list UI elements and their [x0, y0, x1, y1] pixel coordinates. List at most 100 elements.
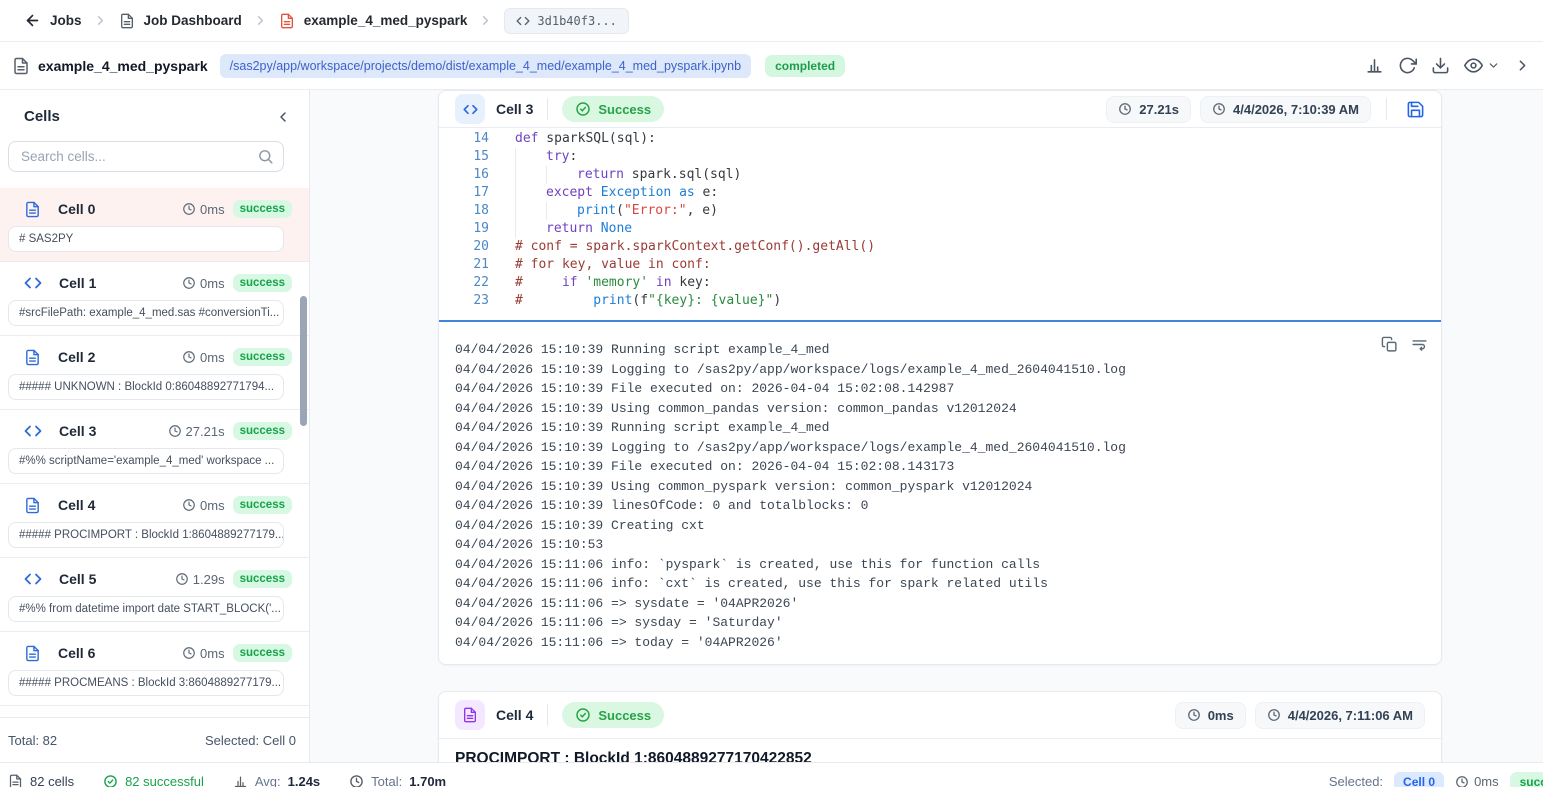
cell-name: Cell 4: [58, 497, 95, 513]
code-line: 17except Exception as e:: [439, 184, 1441, 202]
code-line: 15try:: [439, 148, 1441, 166]
file-header: example_4_med_pyspark /sas2py/app/worksp…: [0, 42, 1543, 90]
check-circle-icon: [575, 101, 591, 117]
selected-cell: Selected: Cell 0: [205, 733, 296, 748]
log-line: 04/04/2026 15:10:39 Logging to /sas2py/a…: [455, 360, 1381, 380]
cell-duration: 0ms: [182, 202, 225, 217]
sidebar-scrollbar[interactable]: [300, 296, 307, 426]
cell-status-badge: success: [233, 644, 292, 662]
clock-icon: [182, 350, 196, 364]
log-line: 04/04/2026 15:11:06 => sysday = 'Saturda…: [455, 613, 1381, 633]
code-icon: [24, 274, 42, 292]
code-icon: [516, 14, 530, 28]
cell-list-item[interactable]: Cell 1 0ms success #srcFilePath: example…: [0, 262, 309, 336]
cell4-card: Cell 4 Success 0ms 4/4/2026, 7:11:06 AM: [438, 691, 1442, 762]
clock-icon: [182, 646, 196, 660]
code-editor[interactable]: 14def sparkSQL(sql):15try:16return spark…: [439, 128, 1441, 320]
log-line: 04/04/2026 15:11:06 info: `cxt` is creat…: [455, 574, 1381, 594]
breadcrumb-file[interactable]: example_4_med_pyspark: [279, 13, 468, 29]
clock-icon: [1212, 102, 1226, 116]
cell-duration: 0ms: [182, 276, 225, 291]
clock-icon: [1118, 102, 1132, 116]
document-icon: [24, 645, 41, 662]
cell-duration: 0ms: [182, 646, 225, 661]
document-icon: [119, 13, 135, 29]
log-line: 04/04/2026 15:10:39 File executed on: 20…: [455, 457, 1381, 477]
chevron-right-icon: [93, 13, 108, 28]
cell-preview: # SAS2PY: [8, 226, 284, 252]
log-line: 04/04/2026 15:11:06 => sysdate = '04APR2…: [455, 594, 1381, 614]
clock-icon: [1187, 708, 1201, 722]
file-title: example_4_med_pyspark: [38, 58, 208, 74]
cell-list-item[interactable]: Cell 0 0ms success # SAS2PY: [0, 188, 309, 262]
collapse-panel-icon[interactable]: [1514, 57, 1531, 74]
cell-list-item[interactable]: Cell 5 1.29s success #%% from datetime i…: [0, 558, 309, 632]
duration-badge: 0ms: [1175, 702, 1246, 729]
cell4-output-title: PROCIMPORT : BlockId 1:86048892771704228…: [439, 739, 1441, 762]
selected-duration: 0ms: [1455, 774, 1499, 787]
breadcrumb-back[interactable]: Jobs: [24, 12, 82, 29]
cell-preview: ##### UNKNOWN : BlockId 0:86048892771794…: [8, 374, 284, 400]
duration-badge: 27.21s: [1106, 96, 1191, 123]
selected-cell-badge[interactable]: Cell 0: [1394, 772, 1444, 787]
breadcrumb: Jobs Job Dashboard example_4_med_pyspark…: [0, 0, 1543, 42]
search-icon: [257, 148, 274, 165]
file-path-badge[interactable]: /sas2py/app/workspace/projects/demo/dist…: [220, 54, 751, 78]
avg-duration: Avg:1.24s: [233, 774, 320, 787]
cell-list-item[interactable]: Cell 4 0ms success ##### PROCIMPORT : Bl…: [0, 484, 309, 558]
document-icon: [12, 57, 30, 75]
check-circle-icon: [103, 774, 118, 787]
code-line: 18print("Error:", e): [439, 202, 1441, 220]
sidebar-collapse-icon[interactable]: [275, 109, 291, 125]
clock-icon: [1455, 775, 1469, 787]
clock-icon: [182, 202, 196, 216]
back-arrow-icon: [24, 12, 41, 29]
cell-preview: ##### PROCMEANS : BlockId 3:860488927717…: [8, 670, 284, 696]
sidebar-title: Cells: [24, 108, 60, 125]
code-icon: [455, 94, 485, 124]
selected-label: Selected:: [1329, 774, 1383, 787]
search-input[interactable]: [8, 141, 284, 172]
log-line: 04/04/2026 15:10:39 linesOfCode: 0 and t…: [455, 496, 1381, 516]
sidebar-footer: Total: 82 Selected: Cell 0: [0, 717, 309, 762]
code-line: 19return None: [439, 220, 1441, 238]
cell-name: Cell 6: [58, 645, 95, 661]
code-line: 23# print(f"{key}: {value}"): [439, 292, 1441, 310]
status-bar: 82 cells 82 successful Avg:1.24s Total:1…: [0, 762, 1543, 787]
refresh-icon[interactable]: [1398, 56, 1417, 75]
save-icon[interactable]: [1406, 100, 1425, 119]
document-icon: [279, 13, 295, 29]
visibility-menu[interactable]: [1464, 56, 1500, 75]
cells-sidebar: Cells Cell 0 0ms success # SAS2PY: [0, 90, 310, 762]
breadcrumb-dashboard[interactable]: Job Dashboard: [119, 13, 242, 29]
cell-list-item[interactable]: Cell 2 0ms success ##### UNKNOWN : Block…: [0, 336, 309, 410]
document-icon: [24, 349, 41, 366]
code-line: 20# conf = spark.sparkContext.getConf().…: [439, 238, 1441, 256]
copy-icon[interactable]: [1381, 336, 1398, 353]
cell-status-badge: success: [233, 570, 292, 588]
document-icon: [24, 201, 41, 218]
cell-status-badge: success: [233, 496, 292, 514]
code-icon: [24, 570, 42, 588]
clock-icon: [168, 424, 182, 438]
cell-preview: ##### PROCIMPORT : BlockId 1:86048892771…: [8, 522, 284, 548]
success-badge: Success: [562, 96, 664, 122]
cell-duration: 0ms: [182, 498, 225, 513]
breadcrumb-run-hash[interactable]: 3d1b40f3...: [504, 8, 628, 34]
status-badge: completed: [765, 55, 845, 77]
wrap-text-icon[interactable]: [1411, 336, 1428, 353]
chart-icon[interactable]: [1365, 56, 1384, 75]
eye-icon: [1464, 56, 1483, 75]
clock-icon: [182, 276, 196, 290]
main-panel: Cell 3 Success 27.21s 4/4/2026, 7:10:39 …: [310, 90, 1543, 762]
cell3-card: Cell 3 Success 27.21s 4/4/2026, 7:10:39 …: [438, 90, 1442, 665]
cell-list-item[interactable]: Cell 6 0ms success ##### PROCMEANS : Blo…: [0, 632, 309, 706]
download-icon[interactable]: [1431, 56, 1450, 75]
cell-preview: #%% scriptName='example_4_med' workspace…: [8, 448, 284, 474]
cell-list-item[interactable]: Cell 3 27.21s success #%% scriptName='ex…: [0, 410, 309, 484]
log-line: 04/04/2026 15:10:39 Running script examp…: [455, 418, 1381, 438]
code-line: 22# if 'memory' in key:: [439, 274, 1441, 292]
code-line: 16return spark.sql(sql): [439, 166, 1441, 184]
total-duration: Total:1.70m: [349, 774, 446, 787]
cell-name: Cell 0: [58, 201, 95, 217]
